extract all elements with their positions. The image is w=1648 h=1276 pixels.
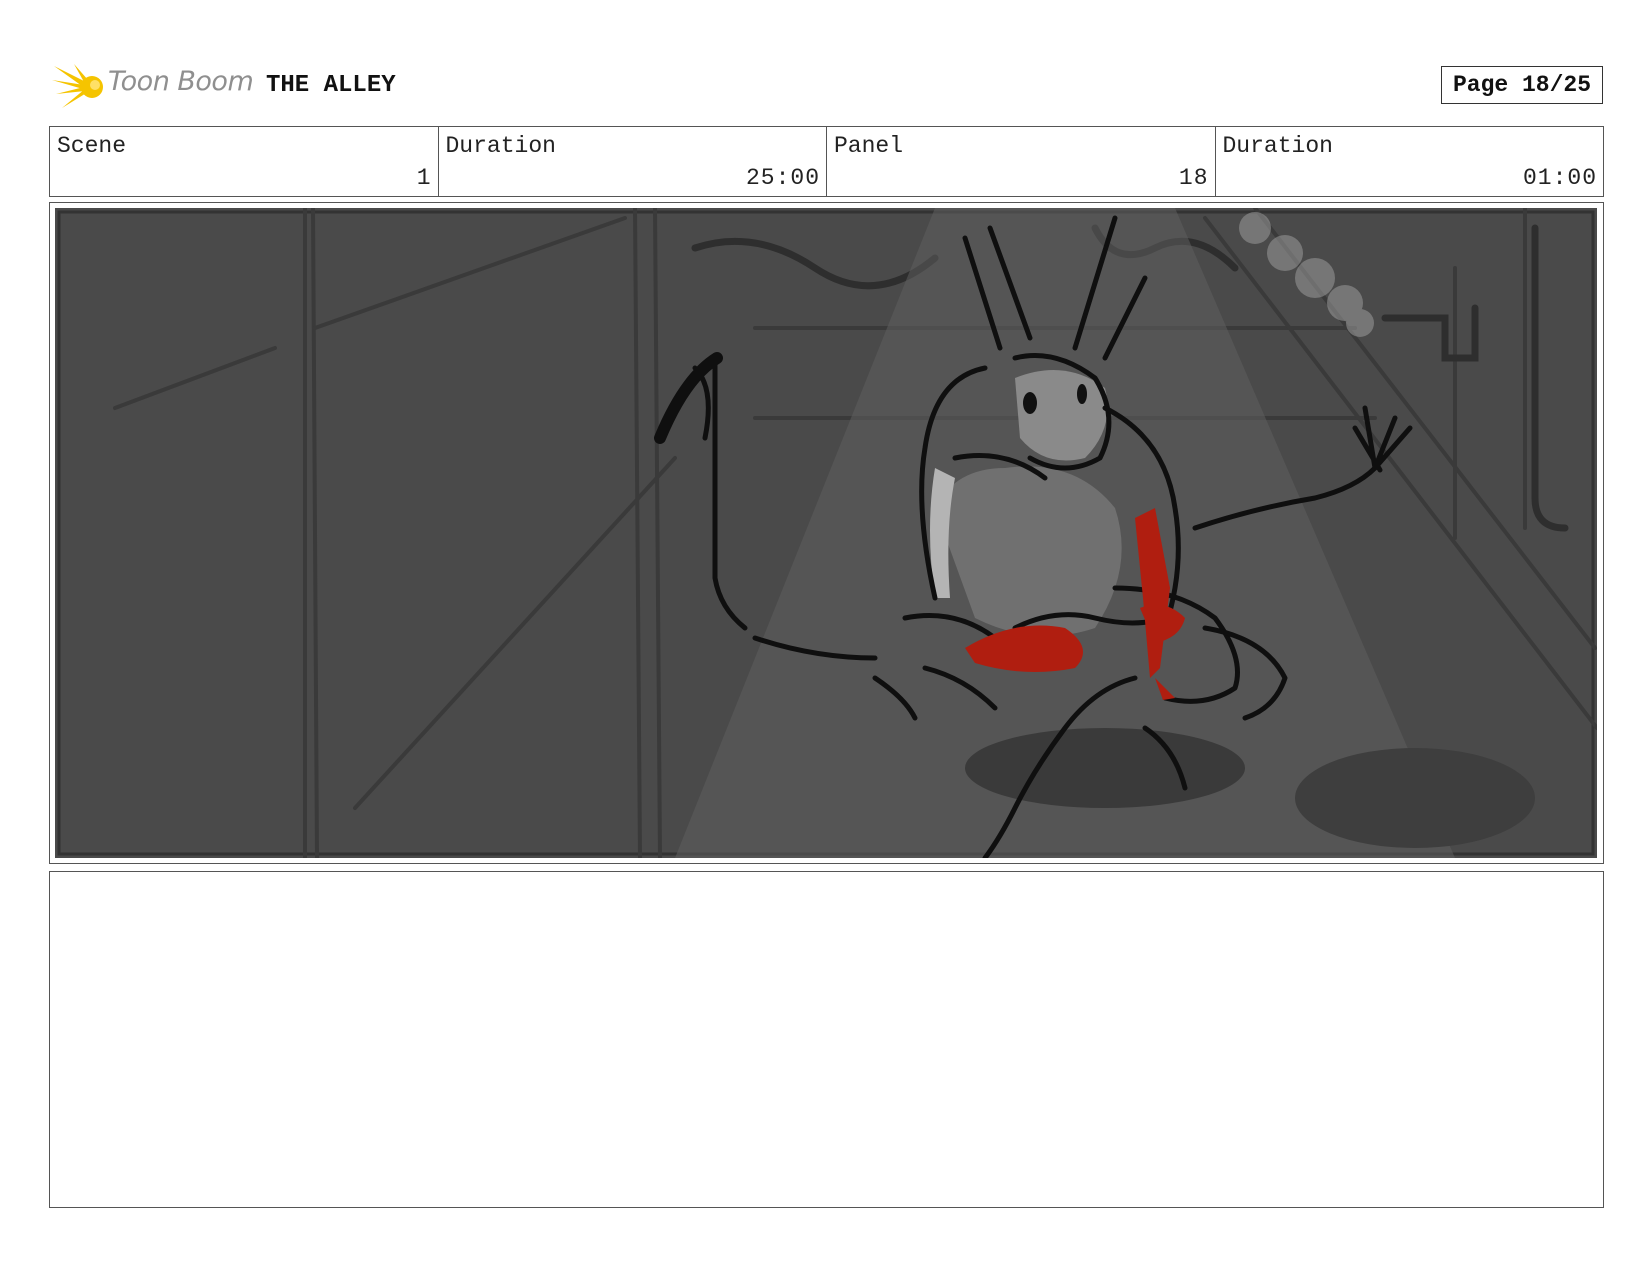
toon-boom-logo: Toon Boom bbox=[52, 60, 254, 112]
comet-icon bbox=[52, 64, 103, 108]
panel-label: Panel bbox=[834, 133, 904, 159]
scene-info-table: Scene 1 Duration 25:00 Panel 18 Duration… bbox=[49, 126, 1604, 197]
scene-duration-label: Duration bbox=[445, 133, 556, 159]
scene-value: 1 bbox=[416, 165, 432, 191]
panel-notes-area bbox=[49, 871, 1604, 1208]
scene-cell: Scene 1 bbox=[50, 127, 438, 196]
panel-value: 18 bbox=[1178, 165, 1209, 191]
page-number: Page 18/25 bbox=[1441, 66, 1603, 104]
scene-duration-cell: Duration 25:00 bbox=[437, 127, 827, 196]
scene-label: Scene bbox=[57, 133, 127, 159]
panel-duration-label: Duration bbox=[1222, 133, 1333, 159]
panel-duration-value: 01:00 bbox=[1522, 165, 1597, 191]
storyboard-panel bbox=[49, 202, 1604, 864]
logo-text: Toon Boom bbox=[108, 66, 254, 97]
project-title: THE ALLEY bbox=[266, 72, 396, 99]
panel-duration-cell: Duration 01:00 bbox=[1214, 127, 1604, 196]
scene-duration-value: 25:00 bbox=[745, 165, 820, 191]
panel-sketch-image bbox=[55, 208, 1597, 858]
panel-cell: Panel 18 bbox=[826, 127, 1215, 196]
